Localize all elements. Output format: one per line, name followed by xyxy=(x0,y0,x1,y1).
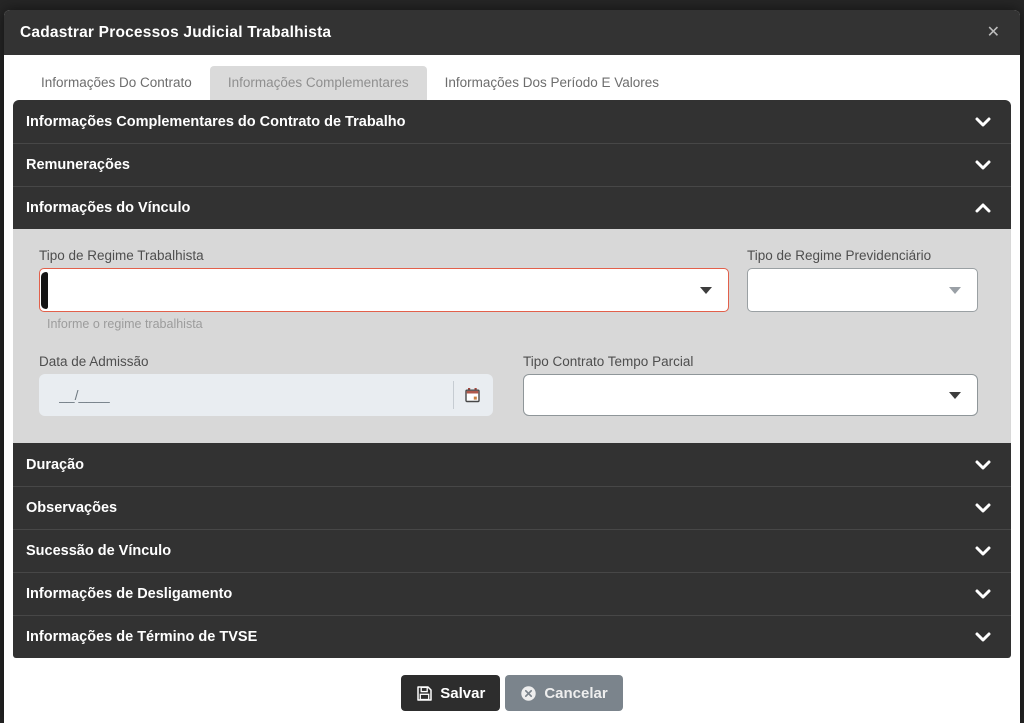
vinculo-panel: Tipo de Regime Trabalhista Informe o reg… xyxy=(13,229,1011,443)
dropdown-caret-icon xyxy=(949,287,961,294)
regime-trabalhista-label: Tipo de Regime Trabalhista xyxy=(39,248,729,263)
dropdown-caret-icon xyxy=(949,392,961,399)
tab-bar: Informações Do Contrato Informações Comp… xyxy=(4,55,1020,100)
close-icon[interactable]: ✕ xyxy=(983,21,1004,45)
accordion-label: Duração xyxy=(26,457,84,473)
accordion-observacoes[interactable]: Observações xyxy=(13,486,1011,529)
accordion-label: Remunerações xyxy=(26,157,130,173)
accordion-informacoes-de-desligamento[interactable]: Informações de Desligamento xyxy=(13,572,1011,615)
accordion-label: Informações Complementares do Contrato d… xyxy=(26,114,406,130)
chevron-down-icon xyxy=(975,546,991,556)
chevron-down-icon xyxy=(975,160,991,170)
accordion-label: Informações de Término de TVSE xyxy=(26,629,257,645)
data-admissao-input[interactable] xyxy=(59,387,453,403)
accordion-label: Informações de Desligamento xyxy=(26,586,232,602)
cancel-button-label: Cancelar xyxy=(544,685,607,702)
page-backdrop xyxy=(0,0,1024,10)
accordion-sucessao-de-vinculo[interactable]: Sucessão de Vínculo xyxy=(13,529,1011,572)
regime-trabalhista-helper: Informe o regime trabalhista xyxy=(47,317,729,331)
accordion-duracao[interactable]: Duração xyxy=(13,443,1011,486)
accordion-label: Sucessão de Vínculo xyxy=(26,543,171,559)
cadastrar-processo-modal: Cadastrar Processos Judicial Trabalhista… xyxy=(4,10,1020,723)
modal-title: Cadastrar Processos Judicial Trabalhista xyxy=(20,24,331,42)
text-cursor xyxy=(41,272,48,309)
cancel-button[interactable]: Cancelar xyxy=(505,675,622,711)
save-button-label: Salvar xyxy=(440,685,485,702)
accordion-remuneracoes[interactable]: Remunerações xyxy=(13,143,1011,186)
circle-x-icon xyxy=(520,685,537,702)
accordion-label: Observações xyxy=(26,500,117,516)
save-button[interactable]: Salvar xyxy=(401,675,500,711)
contrato-tempo-parcial-select[interactable] xyxy=(523,374,978,416)
tab-informacoes-periodo-valores[interactable]: Informações Dos Período E Valores xyxy=(427,66,677,100)
regime-previdenciario-select[interactable] xyxy=(747,268,978,312)
floppy-disk-icon xyxy=(416,685,433,702)
contrato-tempo-parcial-label: Tipo Contrato Tempo Parcial xyxy=(523,354,978,369)
accordion-group: Informações Complementares do Contrato d… xyxy=(13,100,1011,658)
tab-informacoes-complementares[interactable]: Informações Complementares xyxy=(210,66,427,100)
accordion-informacoes-termino-tvse[interactable]: Informações de Término de TVSE xyxy=(13,615,1011,658)
accordion-label: Informações do Vínculo xyxy=(26,200,190,216)
chevron-down-icon xyxy=(975,117,991,127)
chevron-down-icon xyxy=(975,632,991,642)
chevron-up-icon xyxy=(975,203,991,213)
accordion-informacoes-do-vinculo[interactable]: Informações do Vínculo xyxy=(13,186,1011,229)
accordion-informacoes-complementares-contrato[interactable]: Informações Complementares do Contrato d… xyxy=(13,100,1011,143)
modal-footer: Salvar Cancelar xyxy=(4,658,1020,711)
chevron-down-icon xyxy=(975,503,991,513)
data-admissao-label: Data de Admissão xyxy=(39,354,493,369)
regime-trabalhista-select[interactable] xyxy=(39,268,729,312)
chevron-down-icon xyxy=(975,460,991,470)
dropdown-caret-icon xyxy=(700,287,712,294)
modal-header: Cadastrar Processos Judicial Trabalhista… xyxy=(4,10,1020,55)
divider xyxy=(453,381,454,409)
data-admissao-field xyxy=(39,374,493,416)
regime-previdenciario-label: Tipo de Regime Previdenciário xyxy=(747,248,978,263)
tab-informacoes-do-contrato[interactable]: Informações Do Contrato xyxy=(23,66,210,100)
chevron-down-icon xyxy=(975,589,991,599)
calendar-icon[interactable] xyxy=(462,385,483,406)
